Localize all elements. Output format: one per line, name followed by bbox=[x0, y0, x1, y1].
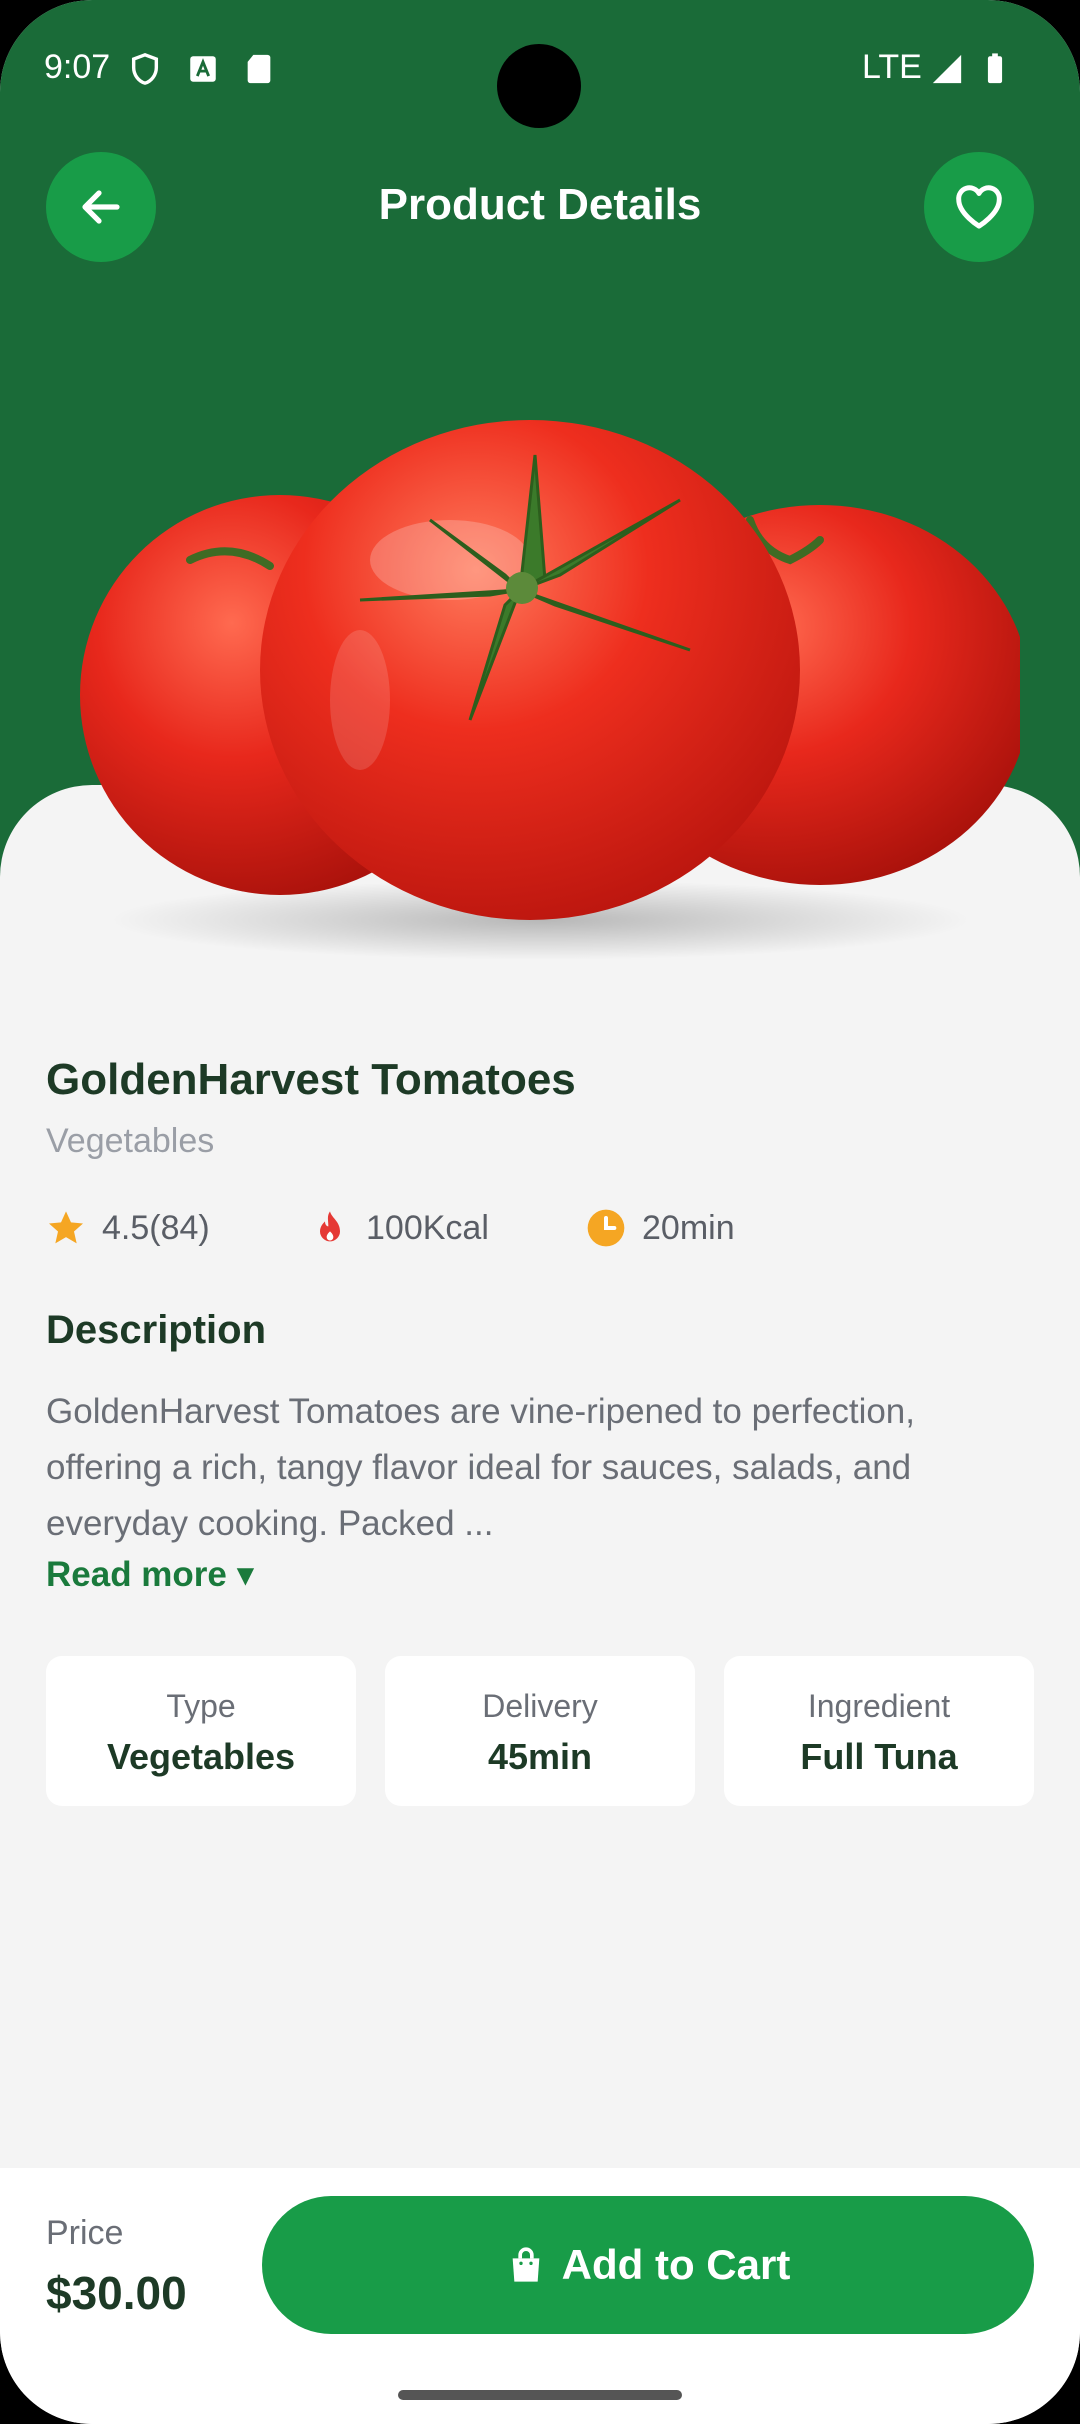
info-card-value: 45min bbox=[487, 1736, 593, 1777]
product-name: GoldenHarvest Tomatoes bbox=[46, 1055, 576, 1104]
price-value: $30.00 bbox=[46, 2267, 187, 2319]
status-time: 9:07 bbox=[44, 48, 111, 86]
shopping-bag-icon bbox=[512, 2247, 540, 2282]
price-label: Price bbox=[46, 2214, 124, 2252]
camera-cutout bbox=[497, 44, 581, 128]
info-card-type: Type Vegetables bbox=[46, 1656, 356, 1806]
info-cards: Type Vegetables Delivery 45min Ingredien… bbox=[46, 1656, 1034, 1806]
clock-icon bbox=[587, 1209, 625, 1247]
status-bar: 9:07 LTE bbox=[0, 0, 1080, 140]
rating-metric: 4.5(84) bbox=[46, 1208, 210, 1248]
calories-metric: 100Kcal bbox=[310, 1208, 489, 1248]
info-card-value: Vegetables bbox=[106, 1736, 296, 1777]
network-label: LTE bbox=[862, 48, 922, 86]
description-title: Description bbox=[46, 1308, 267, 1352]
info-card-delivery: Delivery 45min bbox=[385, 1656, 695, 1806]
sd-card-icon bbox=[247, 54, 271, 84]
font-icon bbox=[190, 56, 216, 82]
checkout-bar: Price $30.00 Add to Cart bbox=[0, 2168, 1080, 2424]
calories-value: 100Kcal bbox=[366, 1208, 489, 1247]
home-indicator[interactable] bbox=[398, 2390, 682, 2400]
shield-icon bbox=[131, 53, 159, 85]
info-card-label: Delivery bbox=[482, 1688, 598, 1724]
favorite-button[interactable] bbox=[924, 152, 1034, 262]
description-text: GoldenHarvest Tomatoes are vine-ripened … bbox=[46, 1392, 916, 1543]
read-more-link[interactable]: Read more ▾ bbox=[46, 1555, 254, 1595]
page-title: Product Details bbox=[378, 180, 702, 229]
product-metrics: 4.5(84) 100Kcal 20min bbox=[46, 1208, 1046, 1254]
info-card-label: Ingredient bbox=[807, 1688, 951, 1724]
product-category: Vegetables bbox=[46, 1122, 215, 1160]
star-icon bbox=[49, 1211, 83, 1244]
add-to-cart-button[interactable]: Add to Cart bbox=[262, 2196, 1034, 2334]
info-card-value: Full Tuna bbox=[800, 1736, 958, 1777]
time-value: 20min bbox=[642, 1208, 735, 1247]
heart-icon bbox=[956, 185, 1002, 229]
flame-icon bbox=[320, 1211, 340, 1242]
battery-icon bbox=[987, 53, 1003, 84]
signal-icon bbox=[932, 54, 962, 84]
time-metric: 20min bbox=[586, 1208, 735, 1248]
info-card-ingredient: Ingredient Full Tuna bbox=[724, 1656, 1034, 1806]
add-to-cart-label: Add to Cart bbox=[561, 2241, 791, 2288]
product-image bbox=[80, 420, 1020, 960]
rating-value: 4.5(84) bbox=[102, 1208, 210, 1247]
info-card-label: Type bbox=[166, 1688, 236, 1724]
screen: 9:07 LTE Product Details GoldenHarvest T… bbox=[0, 0, 1080, 2424]
